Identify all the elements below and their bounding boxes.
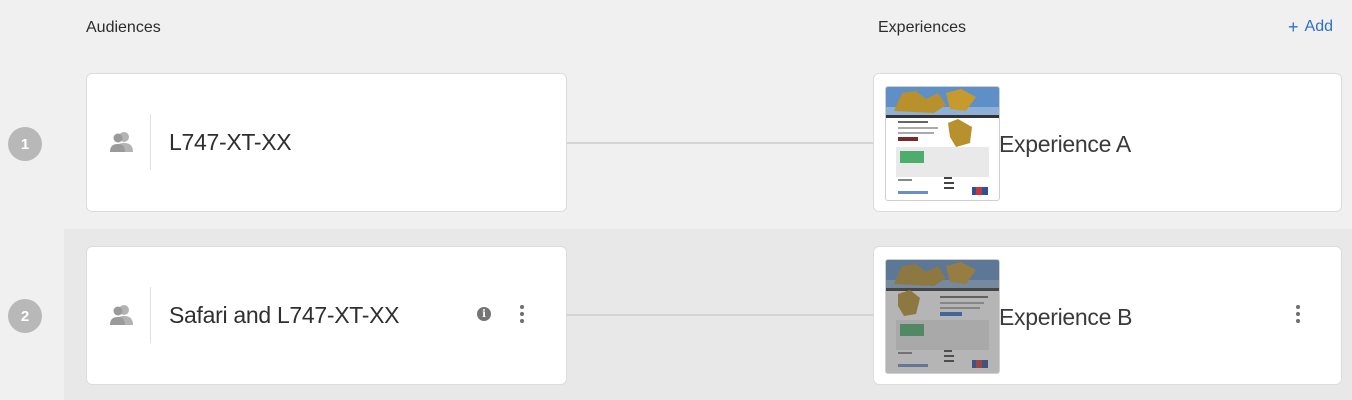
page-thumbnail	[885, 86, 1000, 201]
add-label: Add	[1304, 18, 1333, 35]
audience-card[interactable]: L747-XT-XX	[86, 73, 567, 212]
audience-card[interactable]: Safari and L747-XT-XX i	[86, 246, 567, 385]
audience-icon	[110, 132, 133, 152]
selection-overlay	[886, 260, 999, 373]
experience-name: Experience B	[999, 304, 1133, 330]
row-number-badge: 2	[8, 299, 42, 333]
page-thumbnail	[885, 259, 1000, 374]
experience-name: Experience A	[999, 131, 1131, 157]
connector-line	[566, 142, 874, 144]
audience-icon	[110, 305, 133, 325]
row-number-badge: 1	[8, 127, 42, 161]
divider	[150, 114, 151, 170]
audience-name: Safari and L747-XT-XX	[169, 302, 400, 328]
more-vertical-icon[interactable]	[519, 305, 525, 325]
experience-card[interactable]: Experience A	[873, 73, 1342, 212]
audience-name: L747-XT-XX	[169, 129, 292, 155]
add-experience-button[interactable]: + Add	[1288, 18, 1333, 36]
audiences-header: Audiences	[86, 19, 161, 36]
more-vertical-icon[interactable]	[1295, 305, 1301, 325]
plus-icon: +	[1288, 17, 1299, 37]
connector-line	[566, 314, 874, 316]
experiences-header: Experiences	[878, 19, 967, 36]
divider	[150, 287, 151, 343]
info-icon[interactable]: i	[477, 307, 491, 321]
experience-card[interactable]: Experience B	[873, 246, 1342, 385]
